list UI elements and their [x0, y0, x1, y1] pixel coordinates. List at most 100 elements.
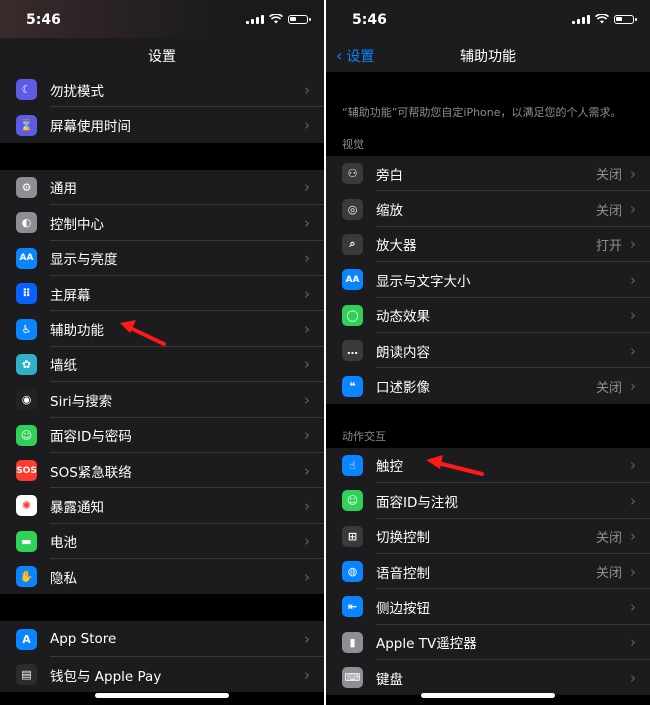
settings-row[interactable]: ☺ 面容ID与密码 ›	[0, 418, 324, 453]
settings-group: A App Store › ▤ 钱包与 Apple Pay ›	[0, 621, 324, 693]
accessibility-list: “辅助功能”可帮助您自定iPhone，以满足您的个人需求。 视觉 ⚇ 旁白 关闭 › ◎ 缩…	[326, 72, 650, 696]
chevron-right-icon: ›	[630, 235, 636, 254]
nav-bar: 设置	[0, 38, 324, 72]
settings-row[interactable]: ⠿ 主屏幕 ›	[0, 276, 324, 312]
row-label: 触控	[376, 459, 403, 476]
signal-icon	[572, 13, 590, 24]
settings-row[interactable]: ☝ 触控 ›	[326, 448, 650, 484]
settings-row[interactable]: AA 显示与文字大小 ›	[326, 262, 650, 298]
row-label: Siri与搜索	[50, 393, 113, 410]
chevron-right-icon: ›	[304, 178, 310, 197]
settings-row[interactable]: ✋ 隐私 ›	[0, 559, 324, 594]
settings-row[interactable]: ❝ 口述影像 关闭 ›	[326, 368, 650, 403]
chevron-right-icon: ›	[630, 668, 636, 687]
chevron-right-icon: ›	[630, 633, 636, 652]
settings-row[interactable]: ☺ 面容ID与注视 ›	[326, 483, 650, 519]
voice-control-icon: ◍	[342, 561, 363, 583]
settings-group: ⚇ 旁白 关闭 › ◎ 缩放 关闭 › ⌕ 放大器 打开 › AA 显示与文字大小 › ◯ 动态效果 ›… 朗读内容…	[326, 156, 650, 404]
status-icons	[246, 13, 311, 24]
chevron-right-icon: ›	[630, 200, 636, 219]
row-label: 主屏幕	[50, 287, 91, 304]
chevron-right-icon: ›	[630, 527, 636, 546]
settings-row[interactable]: ⌛ 屏幕使用时间 ›	[0, 107, 324, 142]
side-button-icon: ⇤	[342, 596, 363, 618]
row-label: 暴露通知	[50, 499, 104, 516]
settings-row[interactable]: ◐ 控制中心 ›	[0, 205, 324, 241]
settings-row[interactable]: ▮ Apple TV遥控器 ›	[326, 625, 650, 661]
row-label: 语音控制	[376, 565, 430, 582]
settings-row[interactable]: ⇤ 侧边按钮 ›	[326, 589, 650, 625]
settings-row[interactable]: ✺ 暴露通知 ›	[0, 488, 324, 524]
settings-row[interactable]: ◯ 动态效果 ›	[326, 298, 650, 333]
battery-status-icon	[288, 15, 311, 24]
row-label: 朗读内容	[376, 344, 430, 361]
home-indicator[interactable]	[421, 693, 555, 698]
row-label: 动态效果	[376, 309, 430, 326]
keyboard-icon: ⌨	[342, 667, 363, 689]
row-label: 侧边按钮	[376, 600, 430, 617]
chevron-right-icon: ›	[304, 355, 310, 374]
battery-status-icon	[614, 15, 637, 24]
battery-icon: ▬	[16, 530, 37, 552]
chevron-right-icon: ›	[304, 213, 310, 232]
settings-row[interactable]: ◍ 语音控制 关闭 ›	[326, 554, 650, 590]
nav-bar: ‹ 设置 辅助功能	[326, 38, 650, 72]
chevron-right-icon: ›	[304, 461, 310, 480]
settings-row[interactable]: ▤ 钱包与 Apple Pay ›	[0, 657, 324, 692]
settings-row[interactable]: ⚇ 旁白 关闭 ›	[326, 156, 650, 192]
page-title: 辅助功能	[460, 49, 516, 65]
chevron-right-icon: ›	[630, 270, 636, 289]
settings-row[interactable]: ☾ 勿扰模式 ›	[0, 72, 324, 108]
zoom-icon: ◎	[342, 198, 363, 220]
status-time: 5:46	[352, 12, 387, 28]
chevron-right-icon: ›	[304, 567, 310, 586]
exposure-icon: ✺	[16, 495, 37, 517]
row-label: 放大器	[376, 238, 417, 255]
chevron-right-icon: ›	[630, 377, 636, 396]
settings-row[interactable]: ⊞ 切换控制 关闭 ›	[326, 519, 650, 554]
settings-row[interactable]: SOS SOS紧急联络 ›	[0, 453, 324, 489]
settings-row[interactable]: ⌨ 键盘 ›	[326, 660, 650, 695]
section-header: 视觉	[342, 138, 364, 151]
chevron-right-icon: ›	[304, 532, 310, 551]
page-title: 设置	[148, 49, 176, 65]
row-value: 关闭	[595, 566, 622, 582]
chevron-right-icon: ›	[304, 630, 310, 649]
settings-row[interactable]: ✿ 墙纸 ›	[0, 347, 324, 383]
settings-row[interactable]: AA 显示与亮度 ›	[0, 241, 324, 276]
wifi-icon	[595, 14, 609, 24]
settings-row[interactable]: ⌕ 放大器 打开 ›	[326, 227, 650, 263]
settings-row[interactable]: ⚙ 通用 ›	[0, 170, 324, 206]
row-label: 隐私	[50, 570, 77, 587]
annotation-arrow	[120, 320, 166, 346]
row-label: 辅助功能	[50, 323, 104, 340]
settings-row[interactable]: A App Store ›	[0, 621, 324, 657]
row-label: SOS紧急联络	[50, 464, 132, 481]
remote-icon: ▮	[342, 631, 363, 653]
row-value: 关闭	[595, 168, 622, 184]
settings-row[interactable]: ◉ Siri与搜索 ›	[0, 382, 324, 418]
siri-icon: ◉	[16, 389, 37, 411]
wallpaper-flower-icon: ✿	[16, 353, 37, 375]
settings-row[interactable]: … 朗读内容 ›	[326, 333, 650, 369]
settings-screen: 5:46 设置 ☾ 勿扰模式 › ⌛ 屏幕使用时间 › ⚙ 通用 › ◐ 控制中心 › AA 显示与亮度 ›…	[0, 0, 324, 705]
chevron-right-icon: ›	[630, 597, 636, 616]
chevron-right-icon: ›	[304, 320, 310, 339]
chevron-right-icon: ›	[304, 426, 310, 445]
row-label: 屏幕使用时间	[50, 119, 131, 136]
page-description: “辅助功能”可帮助您自定iPhone，以满足您的个人需求。	[342, 106, 622, 119]
settings-row[interactable]: ◎ 缩放 关闭 ›	[326, 191, 650, 227]
settings-group: ⚙ 通用 › ◐ 控制中心 › AA 显示与亮度 › ⠿ 主屏幕 › ♿ 辅助功能 › ✿ 墙纸 › ◉ Siri与搜…	[0, 169, 324, 595]
row-label: App Store	[50, 631, 117, 648]
status-bar: 5:46	[326, 0, 650, 38]
row-value: 打开	[595, 238, 622, 254]
chevron-right-icon: ›	[304, 249, 310, 268]
audio-description-icon: ❝	[342, 375, 363, 397]
chevron-right-icon: ›	[630, 164, 636, 183]
settings-row[interactable]: ▬ 电池 ›	[0, 524, 324, 560]
home-indicator[interactable]	[95, 693, 229, 698]
accessibility-screen: 5:46 ‹ 设置 辅助功能 “辅助功能”可帮助您自定iPhone，以满足您的个…	[326, 0, 650, 705]
chevron-right-icon: ›	[630, 341, 636, 360]
switches-icon: ◐	[16, 212, 37, 234]
hourglass-icon: ⌛	[16, 114, 37, 136]
